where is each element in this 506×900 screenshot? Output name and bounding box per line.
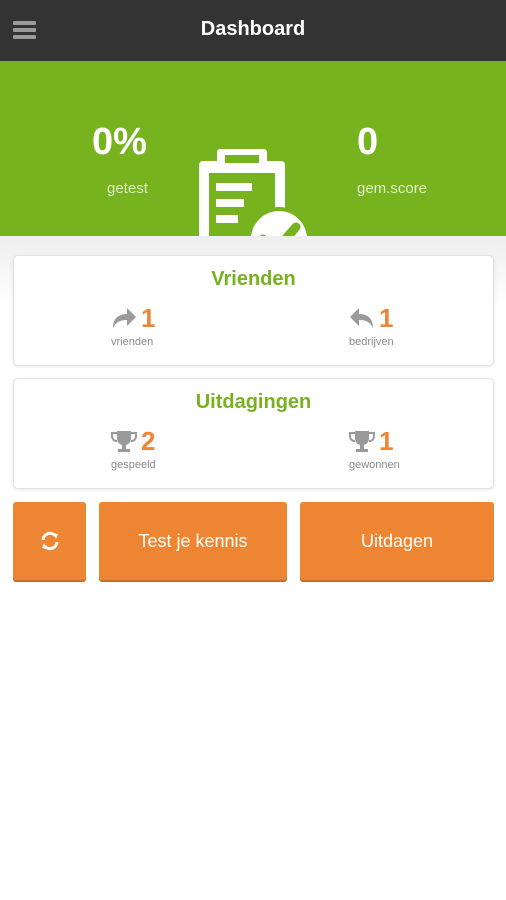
- friends-title: Vrienden: [211, 268, 296, 290]
- friends-label: vrienden: [111, 336, 154, 348]
- avg-score-value: 0: [357, 121, 379, 163]
- won-metric: 1 gewonnen: [349, 426, 469, 471]
- challenges-card[interactable]: Uitdagingen 2 gespeeld 1 gewonnen: [13, 378, 494, 489]
- companies-count: 1: [379, 302, 394, 333]
- companies-label: bedrijven: [349, 336, 394, 348]
- played-metric: 2 gespeeld: [111, 426, 231, 471]
- refresh-button[interactable]: [13, 502, 86, 580]
- share-arrow-icon: [113, 308, 136, 328]
- played-label: gespeeld: [111, 459, 156, 471]
- reply-arrow-icon: [350, 308, 373, 328]
- avg-score-stat: 0 gem.score: [357, 123, 427, 197]
- trophy-icon: [349, 431, 375, 452]
- page-title: Dashboard: [200, 18, 306, 40]
- challenges-title: Uitdagingen: [195, 391, 312, 413]
- top-app-bar: Dashboard: [0, 0, 506, 61]
- stats-hero: 0% getest 0 gem.score: [0, 61, 506, 271]
- friends-card[interactable]: Vrienden 1 vrienden 1 bedrijven: [13, 255, 494, 366]
- won-label: gewonnen: [349, 459, 400, 471]
- test-knowledge-button[interactable]: Test je kennis: [99, 502, 287, 580]
- avg-score-label: gem.score: [357, 180, 428, 197]
- friends-metric: 1 vrienden: [111, 302, 231, 349]
- companies-metric: 1 bedrijven: [349, 302, 469, 349]
- refresh-icon: [41, 531, 58, 551]
- won-count: 1: [379, 425, 394, 456]
- tested-stat: 0% getest: [92, 123, 148, 197]
- trophy-icon: [111, 431, 137, 452]
- tested-value: 0%: [92, 121, 147, 163]
- played-count: 2: [141, 425, 156, 456]
- friends-count: 1: [141, 302, 156, 333]
- challenge-button[interactable]: Uitdagen: [300, 502, 494, 580]
- tested-label: getest: [107, 180, 148, 197]
